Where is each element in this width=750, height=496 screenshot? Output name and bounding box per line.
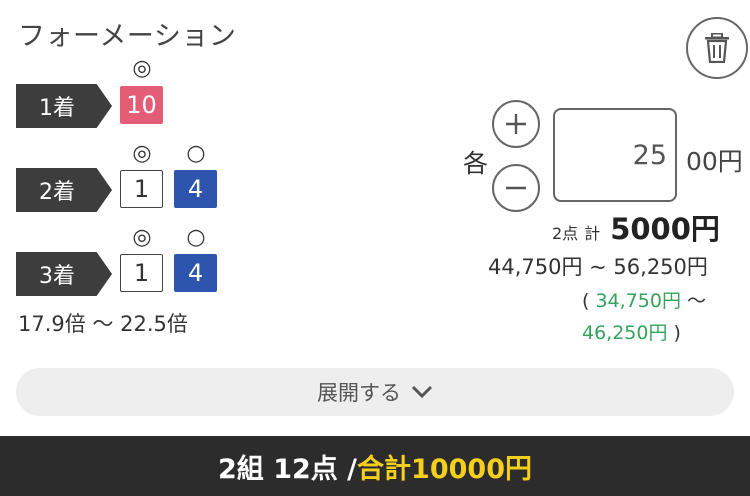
minus-icon (503, 175, 529, 201)
odds-range: 17.9倍 〜 22.5倍 (18, 312, 188, 336)
summary-footer: 2組 12点 / 合計10000円 (0, 436, 750, 496)
each-label: 各 (463, 149, 489, 178)
expand-button[interactable]: 展開する (16, 368, 734, 416)
honmei-mark: ◎ (132, 225, 152, 250)
paren-close: ) (673, 322, 681, 344)
total-amount: 5000円 (610, 212, 720, 246)
trash-icon (704, 33, 730, 63)
paren-open: ( (582, 290, 590, 312)
payout-range: 44,750円 ~ 56,250円 (488, 255, 708, 279)
horse-number[interactable]: 4 (174, 254, 217, 292)
expand-label: 展開する (317, 381, 401, 405)
place-label-2nd: 2着 (16, 168, 112, 212)
payout-sub-high: 46,250円 (582, 322, 668, 344)
place-label-1st: 1着 (16, 84, 112, 128)
bet-amount-input[interactable]: 25 (553, 108, 677, 202)
honmei-mark: ◎ (132, 56, 152, 81)
grand-total: 合計10000円 (357, 453, 532, 485)
plus-icon (503, 111, 529, 137)
payout-sub-low: 34,750円 (595, 290, 681, 312)
payout-sub-line-2: 46,250円 ) (582, 318, 681, 345)
taikou-mark: ○ (186, 225, 206, 250)
decrease-button[interactable] (492, 164, 540, 212)
place-label-3rd: 3着 (16, 252, 112, 296)
points-count: 2点 (552, 224, 579, 243)
delete-button[interactable] (686, 17, 748, 79)
combo-summary: 2組 12点 / (218, 453, 358, 485)
total-label: 計 (584, 224, 601, 243)
bet-amount-value: 25 (632, 139, 667, 171)
chevron-down-icon (411, 385, 433, 399)
taikou-mark: ○ (186, 141, 206, 166)
range-separator: 〜 (687, 290, 707, 312)
points-total-line: 2点 計 5000円 (552, 206, 720, 248)
horse-number[interactable]: 1 (120, 254, 163, 292)
increase-button[interactable] (492, 100, 540, 148)
honmei-mark: ◎ (132, 141, 152, 166)
page-title: フォーメーション (18, 21, 237, 52)
horse-number[interactable]: 4 (174, 170, 217, 208)
amount-unit-suffix: 00円 (686, 147, 743, 176)
horse-number[interactable]: 10 (120, 86, 163, 124)
payout-sub-line-1: ( 34,750円 〜 (582, 286, 706, 313)
horse-number[interactable]: 1 (120, 170, 163, 208)
